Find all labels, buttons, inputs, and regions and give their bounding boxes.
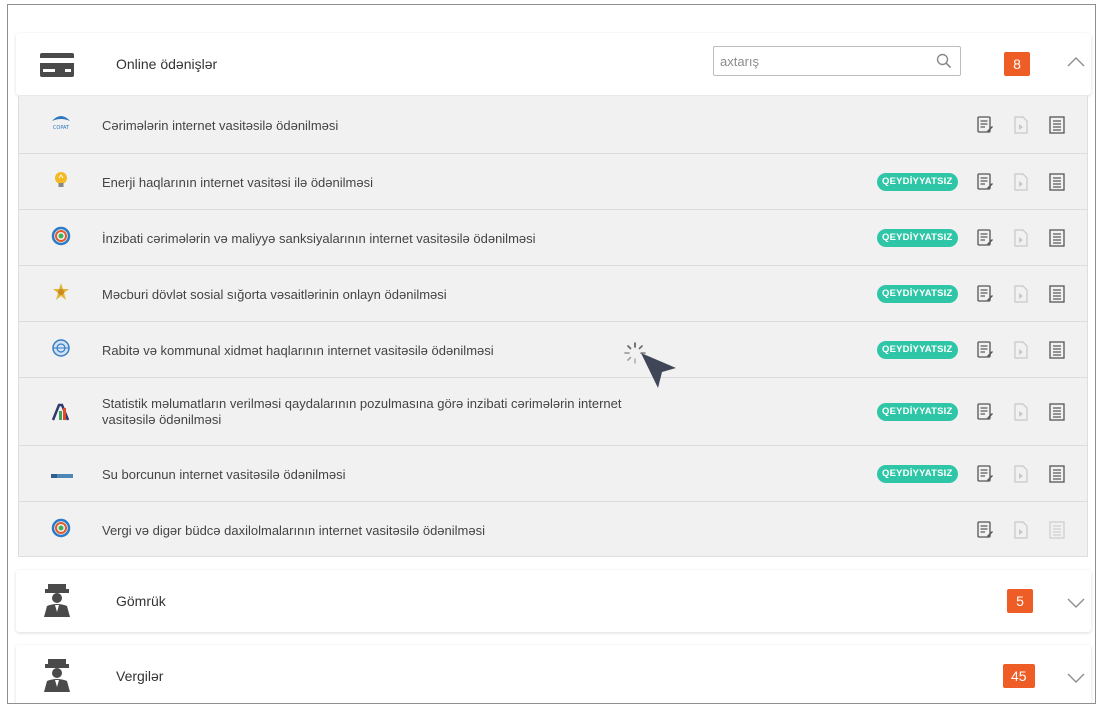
section-vergiler-header[interactable]: Vergilər 45 (16, 645, 1091, 703)
row-label: Enerji haqlarının internet vasitəsi ilə … (102, 175, 373, 190)
document-icon (1014, 173, 1028, 191)
unregistered-badge: QEYDİYYATSIZ (877, 465, 958, 483)
water-logo-icon (51, 474, 73, 478)
count-badge: 45 (1003, 664, 1035, 688)
list-view-icon[interactable] (1049, 403, 1065, 421)
edit-note-icon[interactable] (977, 173, 993, 191)
section-gomruk-header[interactable]: Gömrük 5 (16, 570, 1091, 632)
edit-note-icon[interactable] (977, 341, 993, 359)
edit-note-icon[interactable] (977, 403, 993, 421)
services-panel: Online ödənişlər 8 COPAT Cərimələrin int… (7, 4, 1096, 704)
document-icon (1014, 465, 1028, 483)
search-box[interactable] (713, 46, 961, 76)
list-item[interactable]: Məcburi dövlət sosial sığorta vəsaitləri… (19, 266, 1087, 322)
unregistered-badge: QEYDİYYATSIZ (877, 173, 958, 191)
ring-logo-icon (51, 518, 71, 538)
count-badge: 5 (1007, 589, 1033, 613)
edit-note-icon[interactable] (977, 116, 993, 134)
count-badge: 8 (1004, 52, 1030, 76)
document-icon (1014, 403, 1028, 421)
row-label: Məcburi dövlət sosial sığorta vəsaitləri… (102, 287, 447, 302)
list-item[interactable]: Su borcunun internet vasitəsilə ödənilmə… (19, 446, 1087, 502)
lightbulb-icon (55, 172, 67, 187)
edit-note-icon[interactable] (977, 285, 993, 303)
list-item[interactable]: Statistik məlumatların verilməsi qaydala… (19, 378, 1087, 446)
row-label-line: vasitəsilə ödənilməsi (102, 412, 222, 427)
list-view-icon[interactable] (1049, 173, 1065, 191)
row-label: Cərimələrin internet vasitəsilə ödənilmə… (102, 118, 339, 133)
ring-logo-icon (51, 226, 71, 246)
credit-card-icon (40, 53, 74, 77)
officer-icon (44, 584, 70, 617)
officer-icon (44, 659, 70, 692)
list-view-icon[interactable] (1049, 285, 1065, 303)
section-title: Online ödənişlər (116, 56, 218, 72)
statistics-logo-icon (51, 403, 70, 421)
chevron-down-icon[interactable] (1066, 596, 1086, 610)
edit-note-icon[interactable] (977, 521, 993, 539)
globe-emblem-icon (52, 339, 70, 357)
section-title: Vergilər (116, 668, 164, 684)
document-icon (1014, 229, 1028, 247)
list-view-icon (1049, 521, 1065, 539)
online-payments-list: COPAT Cərimələrin internet vasitəsilə öd… (18, 96, 1088, 557)
unregistered-badge: QEYDİYYATSIZ (877, 229, 958, 247)
list-item[interactable]: İnzibati cərimələrin və maliyyə sanksiya… (19, 210, 1087, 266)
edit-note-icon[interactable] (977, 229, 993, 247)
document-icon (1014, 341, 1028, 359)
row-label: Vergi və digər büdcə daxilolmalarının in… (102, 523, 485, 538)
chevron-up-icon[interactable] (1066, 55, 1086, 69)
document-icon (1014, 521, 1028, 539)
copat-logo-icon: COPAT (52, 116, 70, 131)
list-item[interactable]: COPAT Cərimələrin internet vasitəsilə öd… (19, 96, 1087, 154)
list-item[interactable]: Vergi və digər büdcə daxilolmalarının in… (19, 502, 1087, 557)
row-label: Rabitə və kommunal xidmət haqlarının int… (102, 343, 494, 358)
search-icon[interactable] (936, 53, 952, 69)
row-label: Su borcunun internet vasitəsilə ödənilmə… (102, 467, 346, 482)
document-icon (1014, 116, 1028, 134)
emblem-icon (53, 283, 69, 300)
edit-note-icon[interactable] (977, 465, 993, 483)
document-icon (1014, 285, 1028, 303)
search-input[interactable] (720, 47, 926, 75)
section-online-header[interactable]: Online ödənişlər 8 (16, 33, 1091, 95)
list-view-icon[interactable] (1049, 116, 1065, 134)
chevron-down-icon[interactable] (1066, 671, 1086, 685)
unregistered-badge: QEYDİYYATSIZ (877, 341, 958, 359)
logo-text: COPAT (53, 125, 70, 131)
list-view-icon[interactable] (1049, 465, 1065, 483)
unregistered-badge: QEYDİYYATSIZ (877, 403, 958, 421)
unregistered-badge: QEYDİYYATSIZ (877, 285, 958, 303)
list-item[interactable]: Enerji haqlarının internet vasitəsi ilə … (19, 154, 1087, 210)
row-label: Statistik məlumatların verilməsi qaydala… (102, 396, 622, 428)
row-label: İnzibati cərimələrin və maliyyə sanksiya… (102, 231, 536, 246)
section-title: Gömrük (116, 593, 166, 609)
row-label-line: Statistik məlumatların verilməsi qaydala… (102, 396, 622, 411)
list-item[interactable]: Rabitə və kommunal xidmət haqlarının int… (19, 322, 1087, 378)
list-view-icon[interactable] (1049, 341, 1065, 359)
list-view-icon[interactable] (1049, 229, 1065, 247)
mouse-cursor-icon (641, 353, 676, 388)
